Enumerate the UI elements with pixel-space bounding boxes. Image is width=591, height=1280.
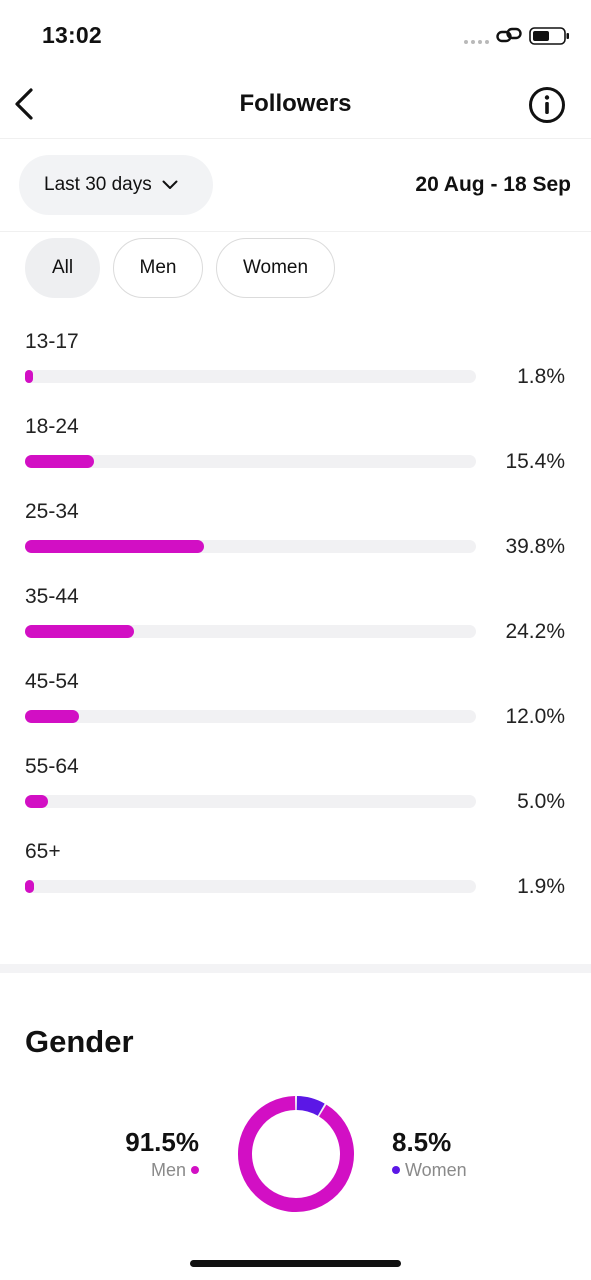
age-range-label: 65+ [25,840,61,863]
age-bar-fill [25,455,95,468]
men-legend-label: Men [150,1160,186,1180]
women-legend: Women [392,1158,467,1182]
age-percent: 15.4% [505,450,565,473]
men-percent: 91.5% [125,1127,199,1157]
home-indicator[interactable] [190,1260,401,1267]
gender-women-stat: 8.5% Women [392,1126,467,1182]
age-range-label: 13-17 [25,330,79,353]
women-legend-dot [392,1166,400,1174]
info-icon[interactable] [528,86,566,124]
page-title: Followers [239,90,352,117]
date-range-text: 20 Aug - 18 Sep [415,173,571,196]
age-row: 45-54 12.0% [0,658,591,743]
gender-men-stat: 91.5% Men [125,1126,199,1182]
donut-men-slice [238,1096,354,1212]
age-bar-track [25,795,476,808]
age-bar-track [25,455,476,468]
age-percent: 12.0% [505,705,565,728]
men-legend: Men [125,1158,199,1182]
age-bar-track [25,880,476,893]
section-divider [0,964,591,973]
age-range-label: 18-24 [25,415,79,438]
header: Followers [0,70,591,139]
date-filter-row: Last 30 days 20 Aug - 18 Sep [0,139,591,232]
date-range-dropdown[interactable]: Last 30 days [19,155,213,215]
segment-tabs: All Men Women [25,238,335,298]
segment-women-chip[interactable]: Women [216,238,335,298]
age-percent: 1.9% [517,875,565,898]
segment-all-chip[interactable]: All [25,238,100,298]
age-row: 25-34 39.8% [0,488,591,573]
age-bar-track [25,370,476,383]
age-percent: 24.2% [505,620,565,643]
age-bar-track [25,540,476,553]
women-legend-label: Women [405,1160,467,1180]
age-bar-fill [25,710,80,723]
age-range-label: 45-54 [25,670,79,693]
battery-icon [529,27,569,45]
date-range-dropdown-label: Last 30 days [44,174,152,195]
age-bar-fill [25,370,34,383]
link-icon [496,27,522,43]
signal-icon [464,40,489,44]
age-bar-fill [25,880,34,893]
age-bar-track [25,625,476,638]
status-bar: 13:02 [0,0,591,70]
age-percent: 5.0% [517,790,565,813]
age-row: 18-24 15.4% [0,403,591,488]
men-legend-dot [191,1166,199,1174]
age-range-label: 25-34 [25,500,79,523]
age-bar-fill [25,795,48,808]
age-row: 13-17 1.8% [0,318,591,403]
age-percent: 39.8% [505,535,565,558]
age-row: 35-44 24.2% [0,573,591,658]
age-range-label: 55-64 [25,755,79,778]
age-bar-fill [25,625,135,638]
age-row: 65+ 1.9% [0,828,591,913]
age-bar-fill [25,540,205,553]
status-time: 13:02 [42,22,102,48]
gender-donut-chart [238,1096,354,1212]
segment-men-chip[interactable]: Men [113,238,203,298]
gender-heading: Gender [25,1024,134,1059]
women-percent: 8.5% [392,1127,452,1157]
chevron-down-icon [162,180,178,189]
age-range-label: 35-44 [25,585,79,608]
age-row: 55-64 5.0% [0,743,591,828]
age-bar-track [25,710,476,723]
donut-women-slice [296,1096,325,1116]
age-percent: 1.8% [517,365,565,388]
